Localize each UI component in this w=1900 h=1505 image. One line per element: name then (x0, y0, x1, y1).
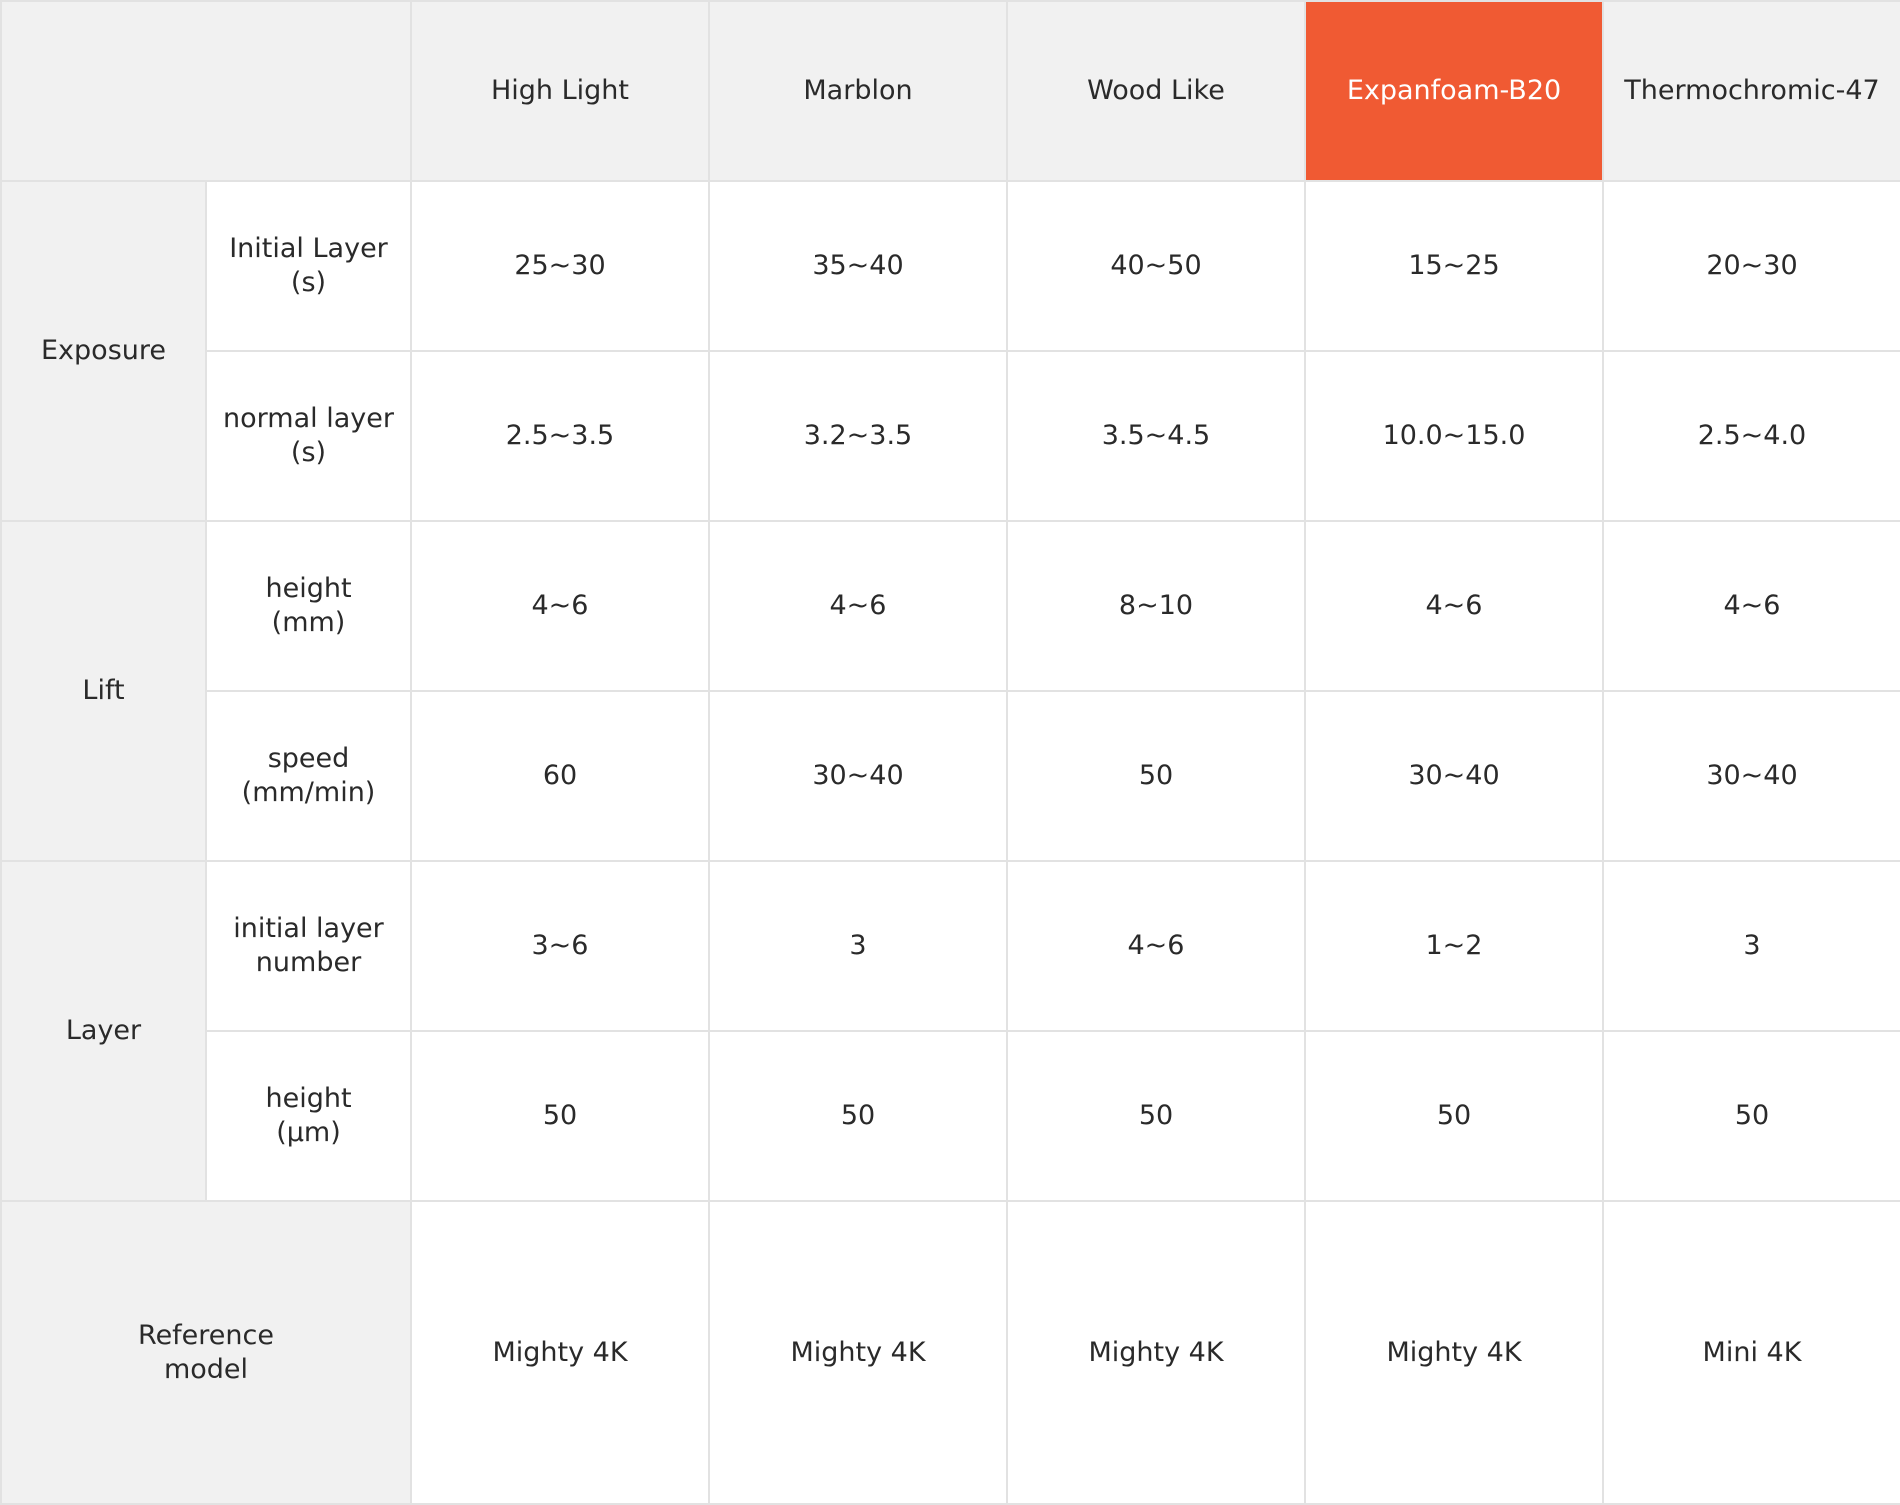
value-cell: 4~6 (1304, 520, 1604, 692)
value-cell: 20~30 (1602, 180, 1900, 352)
value-cell: 50 (410, 1030, 710, 1202)
column-header-expanfoam-b20: Expanfoam-B20 (1304, 0, 1604, 182)
value-cell: 4~6 (708, 520, 1008, 692)
reference-model-cell: Mini 4K (1602, 1200, 1900, 1505)
column-header-marblon: Marblon (708, 0, 1008, 182)
value-cell: 1~2 (1304, 860, 1604, 1032)
resin-settings-table: High Light Marblon Wood Like Expanfoam-B… (0, 0, 1900, 1505)
table-row: Lift height (mm) 4~6 4~6 8~10 4~6 4~6 (0, 520, 1900, 862)
header-corner-cell (0, 0, 412, 182)
value-cell: 30~40 (708, 690, 1008, 862)
value-cell: 4~6 (1602, 520, 1900, 692)
column-header-thermochromic-47: Thermochromic-47 (1602, 0, 1900, 182)
value-cell: 3 (708, 860, 1008, 1032)
group-label-layer: Layer (0, 860, 207, 1202)
value-cell: 3.5~4.5 (1006, 350, 1306, 522)
column-header-wood-like: Wood Like (1006, 0, 1306, 182)
value-cell: 60 (410, 690, 710, 862)
group-label-lift: Lift (0, 520, 207, 862)
value-cell: 35~40 (708, 180, 1008, 352)
param-label: speed (mm/min) (205, 690, 412, 862)
value-cell: 50 (1006, 690, 1306, 862)
value-cell: 30~40 (1304, 690, 1604, 862)
value-cell: 8~10 (1006, 520, 1306, 692)
reference-model-cell: Mighty 4K (1006, 1200, 1306, 1505)
value-cell: 40~50 (1006, 180, 1306, 352)
table-row: height (μm) 50 50 50 50 50 (1, 1030, 1900, 1202)
value-cell: 50 (708, 1030, 1008, 1202)
value-cell: 3 (1602, 860, 1900, 1032)
table-row: speed (mm/min) 60 30~40 50 30~40 30~40 (1, 690, 1900, 862)
table-row: Layer initial layer number 3~6 3 4~6 1~2… (0, 860, 1900, 1202)
param-label: initial layer number (205, 860, 412, 1032)
value-cell: 3.2~3.5 (708, 350, 1008, 522)
value-cell: 30~40 (1602, 690, 1900, 862)
param-label: Initial Layer (s) (205, 180, 412, 352)
value-cell: 50 (1006, 1030, 1306, 1202)
value-cell: 3~6 (410, 860, 710, 1032)
reference-model-cell: Mighty 4K (708, 1200, 1008, 1505)
value-cell: 4~6 (1006, 860, 1306, 1032)
value-cell: 15~25 (1304, 180, 1604, 352)
value-cell: 50 (1304, 1030, 1604, 1202)
value-cell: 10.0~15.0 (1304, 350, 1604, 522)
column-header-high-light: High Light (410, 0, 710, 182)
value-cell: 2.5~3.5 (410, 350, 710, 522)
value-cell: 50 (1602, 1030, 1900, 1202)
group-label-exposure: Exposure (0, 180, 207, 522)
reference-model-cell: Mighty 4K (410, 1200, 710, 1505)
reference-model-label: Reference model (0, 1200, 412, 1505)
header-row: High Light Marblon Wood Like Expanfoam-B… (0, 0, 1900, 182)
table-row: Exposure Initial Layer (s) 25~30 35~40 4… (0, 180, 1900, 522)
table-row: normal layer (s) 2.5~3.5 3.2~3.5 3.5~4.5… (1, 350, 1900, 522)
value-cell: 4~6 (410, 520, 710, 692)
reference-model-row: Reference model Mighty 4K Mighty 4K Migh… (0, 1200, 1900, 1505)
param-label: height (mm) (205, 520, 412, 692)
reference-model-cell: Mighty 4K (1304, 1200, 1604, 1505)
value-cell: 2.5~4.0 (1602, 350, 1900, 522)
value-cell: 25~30 (410, 180, 710, 352)
param-label: height (μm) (205, 1030, 412, 1202)
param-label: normal layer (s) (205, 350, 412, 522)
